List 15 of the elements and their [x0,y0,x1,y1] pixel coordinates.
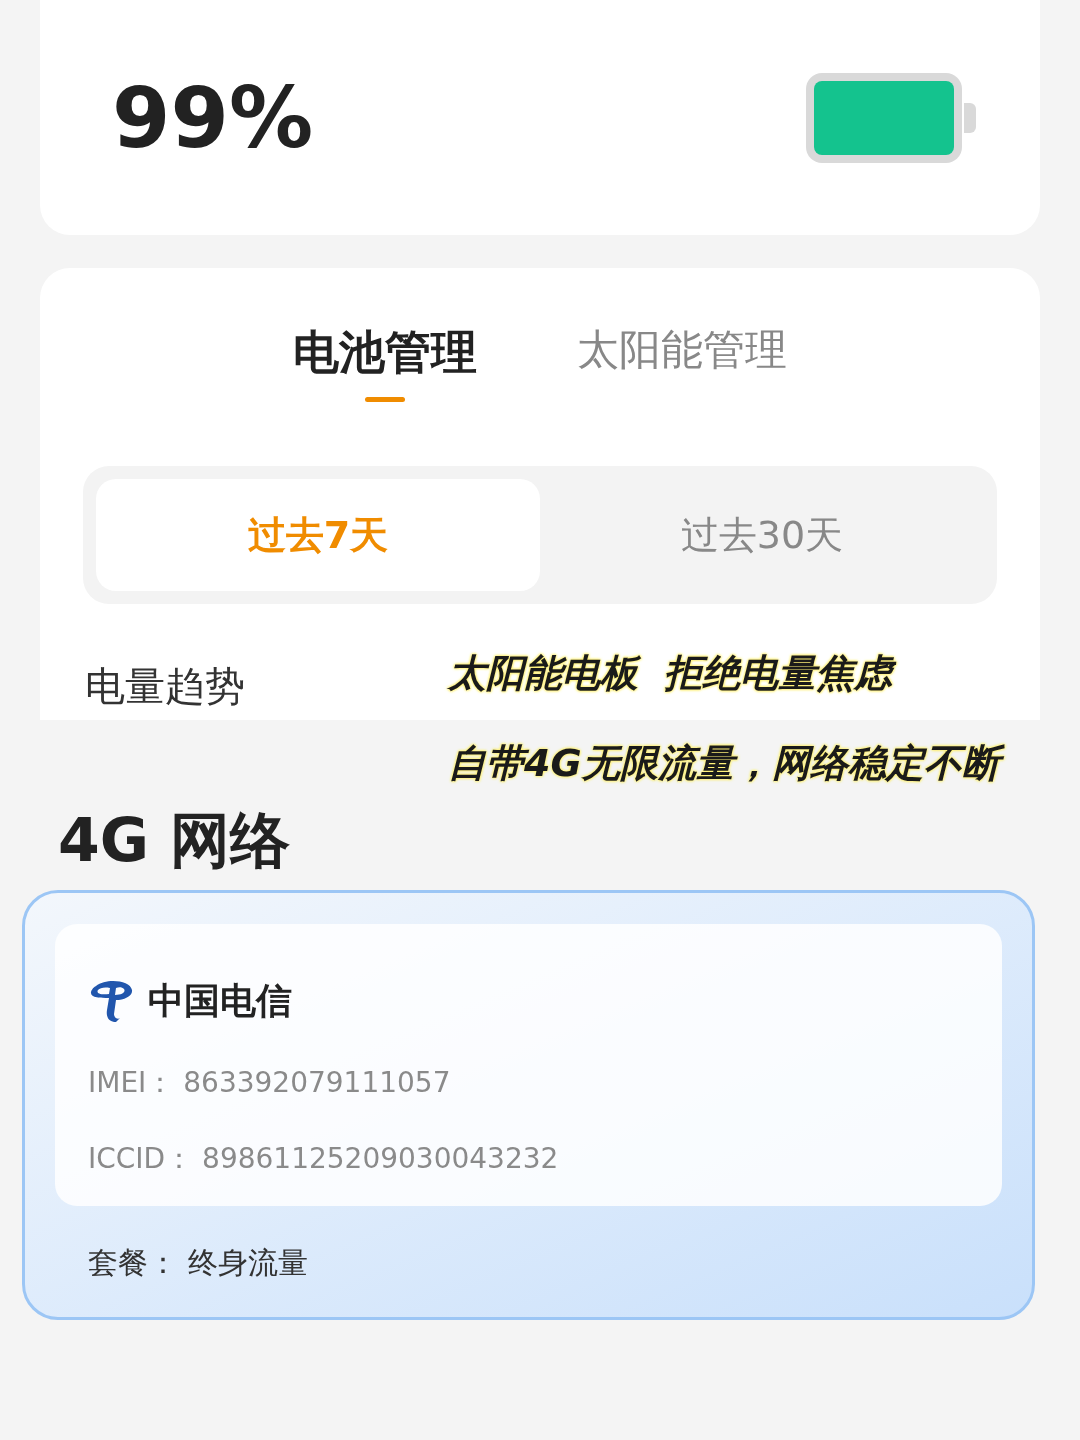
battery-icon [806,72,976,163]
range-tab[interactable]: 过去7天 [96,479,540,591]
section-title: 电量趋势 [85,663,245,709]
promo-caption: 自带4G无限流量，网络稳定不断 [440,735,1008,793]
range-tab[interactable]: 过去30天 [540,479,984,591]
carrier-logo-icon [88,980,134,1022]
section-title: 4G 网络 [58,804,290,877]
tab[interactable]: 电池管理 [293,318,477,402]
tab[interactable]: 太阳能管理 [577,318,787,402]
plan-text: 套餐： 终身流量 [87,1244,309,1282]
carrier-name: 中国电信 [148,979,292,1023]
battery-percent: 99% [112,75,314,160]
iccid-text: ICCID： 89861125209030043232 [88,1141,560,1177]
promo-caption: 太阳能电板 拒绝电量焦虑 [440,645,901,703]
imei-text: IMEI： 863392079111057 [88,1065,452,1101]
